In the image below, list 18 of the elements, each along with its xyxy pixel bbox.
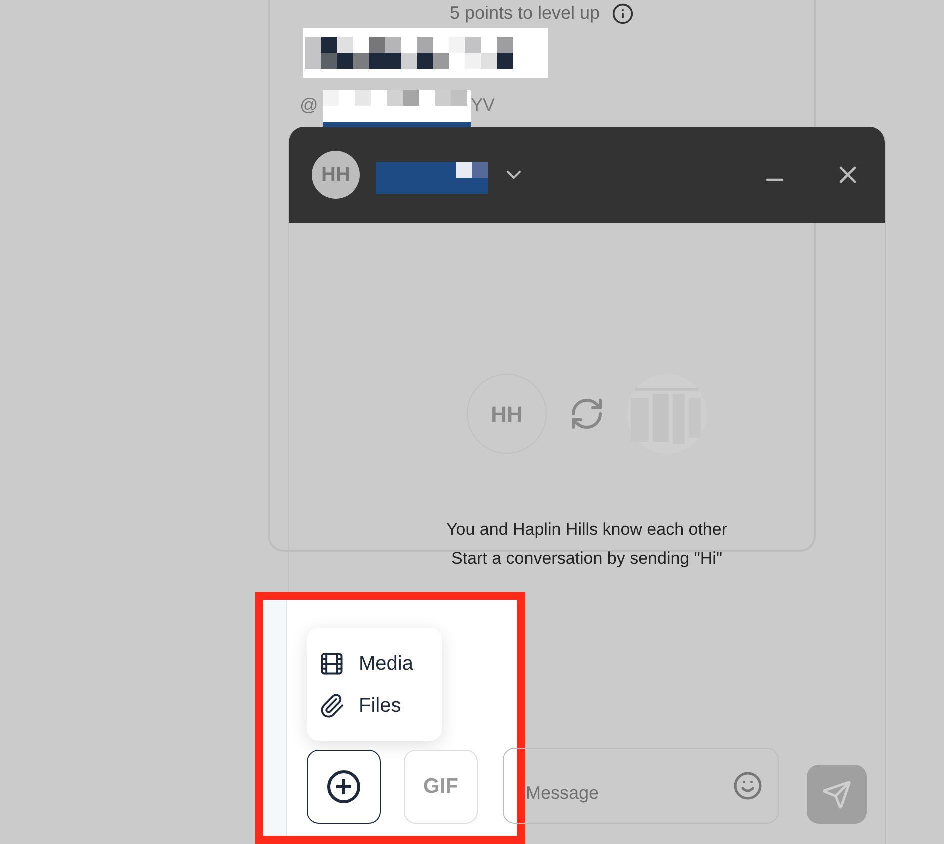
emoji-icon[interactable] (733, 771, 763, 801)
paperclip-icon (319, 692, 345, 718)
avatar: HH (467, 374, 547, 454)
intro-text: You and Haplin Hills know each other (446, 519, 728, 541)
username-text: YV (471, 94, 496, 117)
username-text: @ (300, 94, 318, 117)
info-icon[interactable] (612, 2, 634, 24)
plus-circle-icon (326, 769, 362, 805)
film-icon (319, 650, 345, 676)
add-button[interactable] (307, 750, 381, 824)
send-icon (822, 780, 852, 810)
menu-item[interactable]: Files (319, 690, 430, 720)
intro-text: Start a conversation by sending "Hi" (452, 548, 722, 570)
menu-item[interactable]: Media (319, 648, 430, 678)
avatar: HH (312, 151, 360, 199)
message-field[interactable]: Message (503, 748, 779, 824)
swap-icon (569, 396, 605, 432)
level-progress-text: 5 points to level up (450, 2, 600, 25)
